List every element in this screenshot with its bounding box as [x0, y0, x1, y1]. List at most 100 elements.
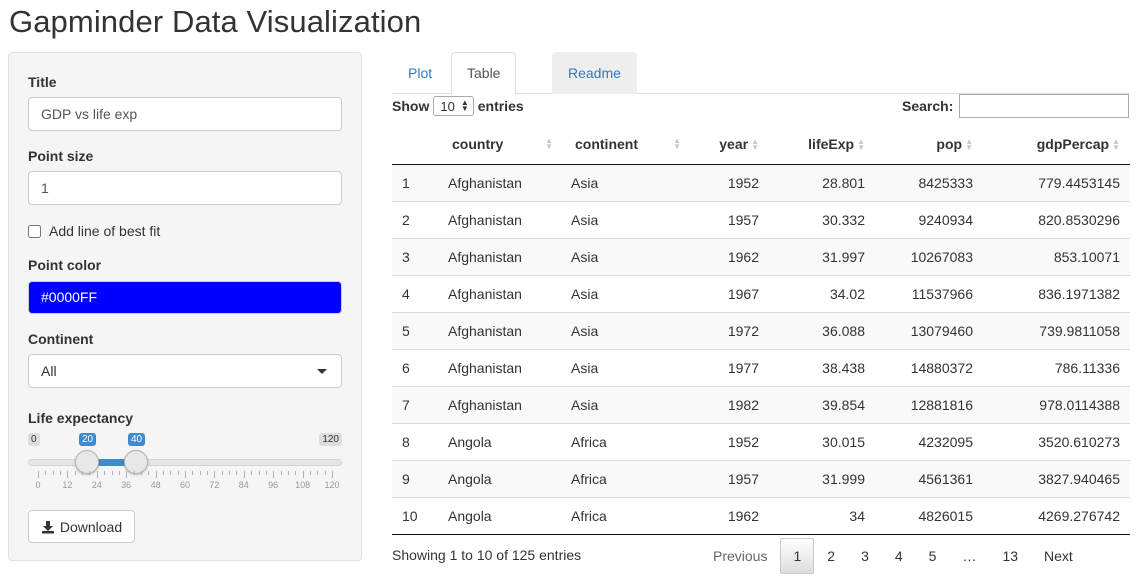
slider-to-handle[interactable] — [124, 450, 148, 474]
slider-tick — [324, 471, 326, 475]
page-1-button[interactable]: 1 — [780, 538, 815, 574]
slider-tick — [207, 471, 209, 475]
table-row[interactable]: 8 Angola Africa 1952 30.015 4232095 3520.61027… — [392, 422, 1130, 460]
column-header-pop[interactable]: pop ▲ ▼ — [875, 124, 983, 165]
page-5-button[interactable]: 5 — [916, 538, 950, 574]
column-header-continent[interactable]: continent ▲ ▼ — [561, 124, 689, 165]
pop-cell: 8425333 — [875, 163, 983, 201]
country-cell: Angola — [438, 459, 561, 497]
slider-tick — [229, 471, 231, 475]
slider-tick — [199, 471, 201, 475]
column-header-label: year — [719, 135, 749, 152]
tab-readme[interactable]: Readme — [552, 52, 637, 94]
continent-selected-value: All — [41, 363, 57, 379]
life-exp-slider[interactable]: 0 120 20 40 0 12 24 36 48 60 72 84 96 108 120 — [28, 433, 342, 493]
tab-table[interactable]: Table — [451, 52, 517, 95]
continent-cell: Asia — [561, 274, 689, 312]
continent-cell: Asia — [561, 163, 689, 201]
page-2-button[interactable]: 2 — [814, 538, 848, 574]
title-label: Title — [28, 74, 57, 90]
slider-tick — [273, 471, 275, 478]
slider-from-handle[interactable] — [75, 450, 99, 474]
column-header-year[interactable]: year ▲ ▼ — [689, 124, 769, 165]
continent-cell: Asia — [561, 237, 689, 275]
slider-tick — [280, 471, 282, 475]
pop-cell: 4232095 — [875, 422, 983, 460]
slider-tick — [236, 471, 238, 475]
best-fit-checkbox[interactable] — [28, 224, 41, 238]
best-fit-row[interactable]: Add line of best fit — [28, 223, 160, 239]
pop-cell: 11537966 — [875, 274, 983, 312]
sort-icon: ▲ ▼ — [1112, 137, 1120, 153]
tab-bar: Plot Table Readme — [392, 52, 1130, 95]
column-header-label: lifeExp — [808, 135, 855, 152]
slider-tick — [74, 471, 76, 475]
table-row[interactable]: 10 Angola Africa 1962 34 4826015 4269.276742 — [392, 496, 1130, 535]
country-cell: Afghanistan — [438, 237, 561, 275]
continent-cell: Africa — [561, 459, 689, 497]
year-cell: 1977 — [689, 348, 769, 386]
download-label: Download — [59, 518, 123, 535]
gdppercap-cell: 3827.940465 — [983, 459, 1130, 497]
point-size-input[interactable] — [28, 171, 342, 205]
pop-cell: 12881816 — [875, 385, 983, 423]
sort-icon: ▲ ▼ — [545, 136, 553, 151]
slider-tick — [104, 471, 106, 475]
entries-length-select[interactable]: 10 ▲ ▼ — [433, 96, 474, 116]
slider-tick — [287, 471, 289, 475]
page-3-button[interactable]: 3 — [848, 538, 882, 574]
table-row[interactable]: 5 Afghanistan Asia 1972 36.088 13079460 739.98… — [392, 311, 1130, 349]
point-size-label: Point size — [28, 148, 94, 164]
continent-cell: Asia — [561, 311, 689, 349]
column-header-lifeexp[interactable]: lifeExp ▲ ▼ — [769, 124, 875, 165]
column-header-country[interactable]: country ▲ ▼ — [438, 124, 561, 165]
year-cell: 1957 — [689, 459, 769, 497]
slider-tick — [118, 471, 120, 475]
table-row[interactable]: 4 Afghanistan Asia 1967 34.02 11537966 836.197… — [392, 274, 1130, 312]
lifeexp-cell: 36.088 — [769, 311, 875, 349]
table-row[interactable]: 7 Afghanistan Asia 1982 39.854 12881816 978.01… — [392, 385, 1130, 423]
lifeexp-cell: 34 — [769, 496, 875, 535]
column-header-label: country — [452, 135, 504, 152]
slider-tick — [133, 471, 135, 475]
slider-tick — [52, 471, 54, 475]
table-search: Search: — [902, 94, 1130, 118]
continent-cell: Asia — [561, 200, 689, 238]
page-4-button[interactable]: 4 — [882, 538, 916, 574]
year-cell: 1952 — [689, 163, 769, 201]
lifeexp-cell: 28.801 — [769, 163, 875, 201]
point-color-input[interactable]: #0000FF — [28, 281, 342, 314]
page-13-button[interactable]: 13 — [989, 538, 1031, 574]
table-row[interactable]: 6 Afghanistan Asia 1977 38.438 14880372 786.11… — [392, 348, 1130, 386]
column-header-index[interactable] — [392, 124, 438, 165]
best-fit-label: Add line of best fit — [49, 223, 161, 239]
tab-plot[interactable]: Plot — [392, 52, 448, 94]
slider-tick — [243, 471, 245, 478]
continent-cell: Asia — [561, 385, 689, 423]
column-header-gdppercap[interactable]: gdpPercap ▲ ▼ — [983, 124, 1130, 165]
table-row[interactable]: 3 Afghanistan Asia 1962 31.997 10267083 853.10… — [392, 237, 1130, 275]
sort-icon: ▲ ▼ — [857, 137, 865, 153]
slider-tick — [170, 471, 172, 475]
slider-tick — [96, 471, 98, 478]
row-index: 7 — [392, 385, 438, 423]
download-button[interactable]: Download — [28, 510, 135, 543]
title-input[interactable] — [28, 97, 342, 131]
entries-label: entries — [477, 98, 524, 114]
slider-tick — [148, 471, 150, 475]
lifeexp-cell: 30.015 — [769, 422, 875, 460]
table-row[interactable]: 9 Angola Africa 1957 31.999 4561361 3827.94046… — [392, 459, 1130, 497]
search-input[interactable] — [959, 94, 1130, 118]
slider-tick — [82, 471, 84, 475]
continent-select[interactable]: All — [28, 354, 342, 388]
slider-tick — [265, 471, 267, 475]
previous-page-button[interactable]: Previous — [700, 538, 780, 574]
data-table: country ▲ ▼ continent ▲ ▼ year ▲ ▼ lifeExp ▲ ▼… — [392, 124, 1130, 535]
table-row[interactable]: 1 Afghanistan Asia 1952 28.801 8425333 779.445… — [392, 163, 1130, 201]
table-row[interactable]: 2 Afghanistan Asia 1957 30.332 9240934 820.853… — [392, 200, 1130, 238]
slider-tick — [89, 471, 91, 475]
gdppercap-cell: 978.0114388 — [983, 385, 1130, 423]
next-page-button[interactable]: Next — [1031, 538, 1086, 574]
sidebar-panel: Title Point size Add line of best fit Po… — [8, 52, 362, 561]
slider-tick — [111, 471, 113, 475]
